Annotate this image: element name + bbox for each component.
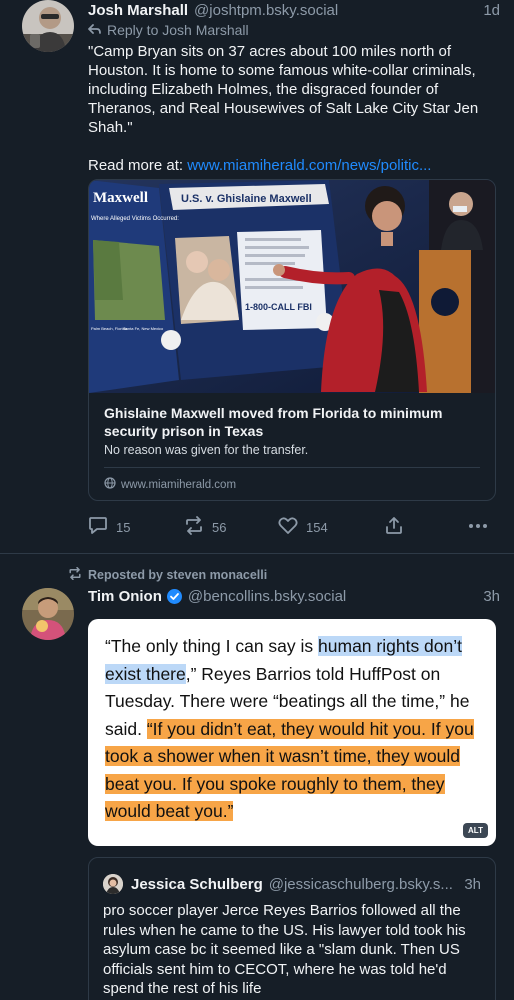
post-josh-marshall[interactable]: Josh Marshall @joshtpm.bsky.social 1d Re… xyxy=(0,0,514,553)
post-time[interactable]: 1d xyxy=(475,2,500,19)
quote-part-1: “The only thing I can say is xyxy=(105,636,319,656)
avatar-josh-marshall[interactable] xyxy=(22,0,74,52)
like-icon xyxy=(278,516,298,538)
card-domain-row: www.miamiherald.com xyxy=(104,477,236,492)
share-button[interactable] xyxy=(384,516,404,538)
reply-button[interactable]: 15 xyxy=(88,516,130,538)
embed-avatar[interactable] xyxy=(103,874,123,894)
card-image-text-board-title: U.S. v. Ghislaine Maxwell xyxy=(181,193,312,205)
repost-icon xyxy=(184,516,204,538)
quote-image-text: “The only thing I can say is human right… xyxy=(105,633,485,826)
repost-small-icon xyxy=(68,566,82,583)
card-image-text-santa-fe: Santa Fe, New Mexico xyxy=(123,326,164,331)
alt-badge[interactable]: ALT xyxy=(463,823,488,838)
card-title[interactable]: Ghislaine Maxwell moved from Florida to … xyxy=(104,404,484,440)
reply-to-line[interactable]: Reply to Josh Marshall xyxy=(88,22,249,38)
post-time-2[interactable]: 3h xyxy=(475,588,500,605)
quote-highlight-orange: “If you didn’t eat, they would hit you. … xyxy=(105,718,474,821)
reply-to-label: Reply to Josh Marshall xyxy=(107,22,249,38)
repost-button[interactable]: 56 xyxy=(184,516,226,538)
embed-author-handle[interactable]: @jessicaschulberg.bsky.s... xyxy=(269,876,453,893)
avatar-tim-onion[interactable] xyxy=(22,588,74,640)
author-handle[interactable]: @joshtpm.bsky.social xyxy=(194,2,338,19)
post-actions: 15 56 154 xyxy=(88,516,498,536)
repost-label: Reposted by steven monacelli xyxy=(88,568,268,582)
embed-time[interactable]: 3h xyxy=(456,876,481,893)
author-name-2[interactable]: Tim Onion xyxy=(88,588,162,605)
globe-icon xyxy=(104,477,116,492)
read-more-link[interactable]: www.miamiherald.com/news/politic... xyxy=(187,157,431,174)
embed-author-name[interactable]: Jessica Schulberg xyxy=(131,876,263,893)
card-image-text-maxwell: Maxwell xyxy=(93,190,148,206)
quote-screenshot-image[interactable]: “The only thing I can say is human right… xyxy=(88,619,496,846)
read-more-prefix: Read more at: xyxy=(88,157,188,174)
card-divider xyxy=(104,467,480,468)
author-handle-2[interactable]: @bencollins.bsky.social xyxy=(188,588,346,605)
embed-header: Jessica Schulberg @jessicaschulberg.bsky… xyxy=(103,874,481,894)
reply-arrow-icon xyxy=(88,22,101,38)
read-more-line: Read more at: www.miamiherald.com/news/p… xyxy=(88,156,488,175)
reply-icon xyxy=(88,516,108,538)
post-text: "Camp Bryan sits on 37 acres about 100 m… xyxy=(88,43,479,136)
share-icon xyxy=(384,516,404,538)
more-icon xyxy=(468,516,488,538)
author-name[interactable]: Josh Marshall xyxy=(88,2,188,19)
reply-count: 15 xyxy=(116,519,131,535)
more-button[interactable] xyxy=(468,516,488,538)
post-body: "Camp Bryan sits on 37 acres about 100 m… xyxy=(88,42,488,175)
like-count: 154 xyxy=(306,519,328,535)
card-domain: www.miamiherald.com xyxy=(121,478,237,491)
link-card[interactable]: Maxwell Where Alleged Victims Occurred: … xyxy=(88,179,496,501)
embed-text: pro soccer player Jerce Reyes Barrios fo… xyxy=(103,902,466,997)
verified-badge-icon xyxy=(166,588,182,604)
card-description: No reason was given for the transfer. xyxy=(104,443,309,457)
embedded-post[interactable]: Jessica Schulberg @jessicaschulberg.bsky… xyxy=(88,857,496,1000)
card-image-text-victims: Where Alleged Victims Occurred: xyxy=(91,216,179,222)
like-button[interactable]: 154 xyxy=(278,516,328,538)
repost-line[interactable]: Reposted by steven monacelli xyxy=(68,566,268,583)
repost-count: 56 xyxy=(212,519,227,535)
card-image: Maxwell Where Alleged Victims Occurred: … xyxy=(89,180,495,393)
card-image-text-hotline: 1-800-CALL FBI xyxy=(245,302,312,312)
